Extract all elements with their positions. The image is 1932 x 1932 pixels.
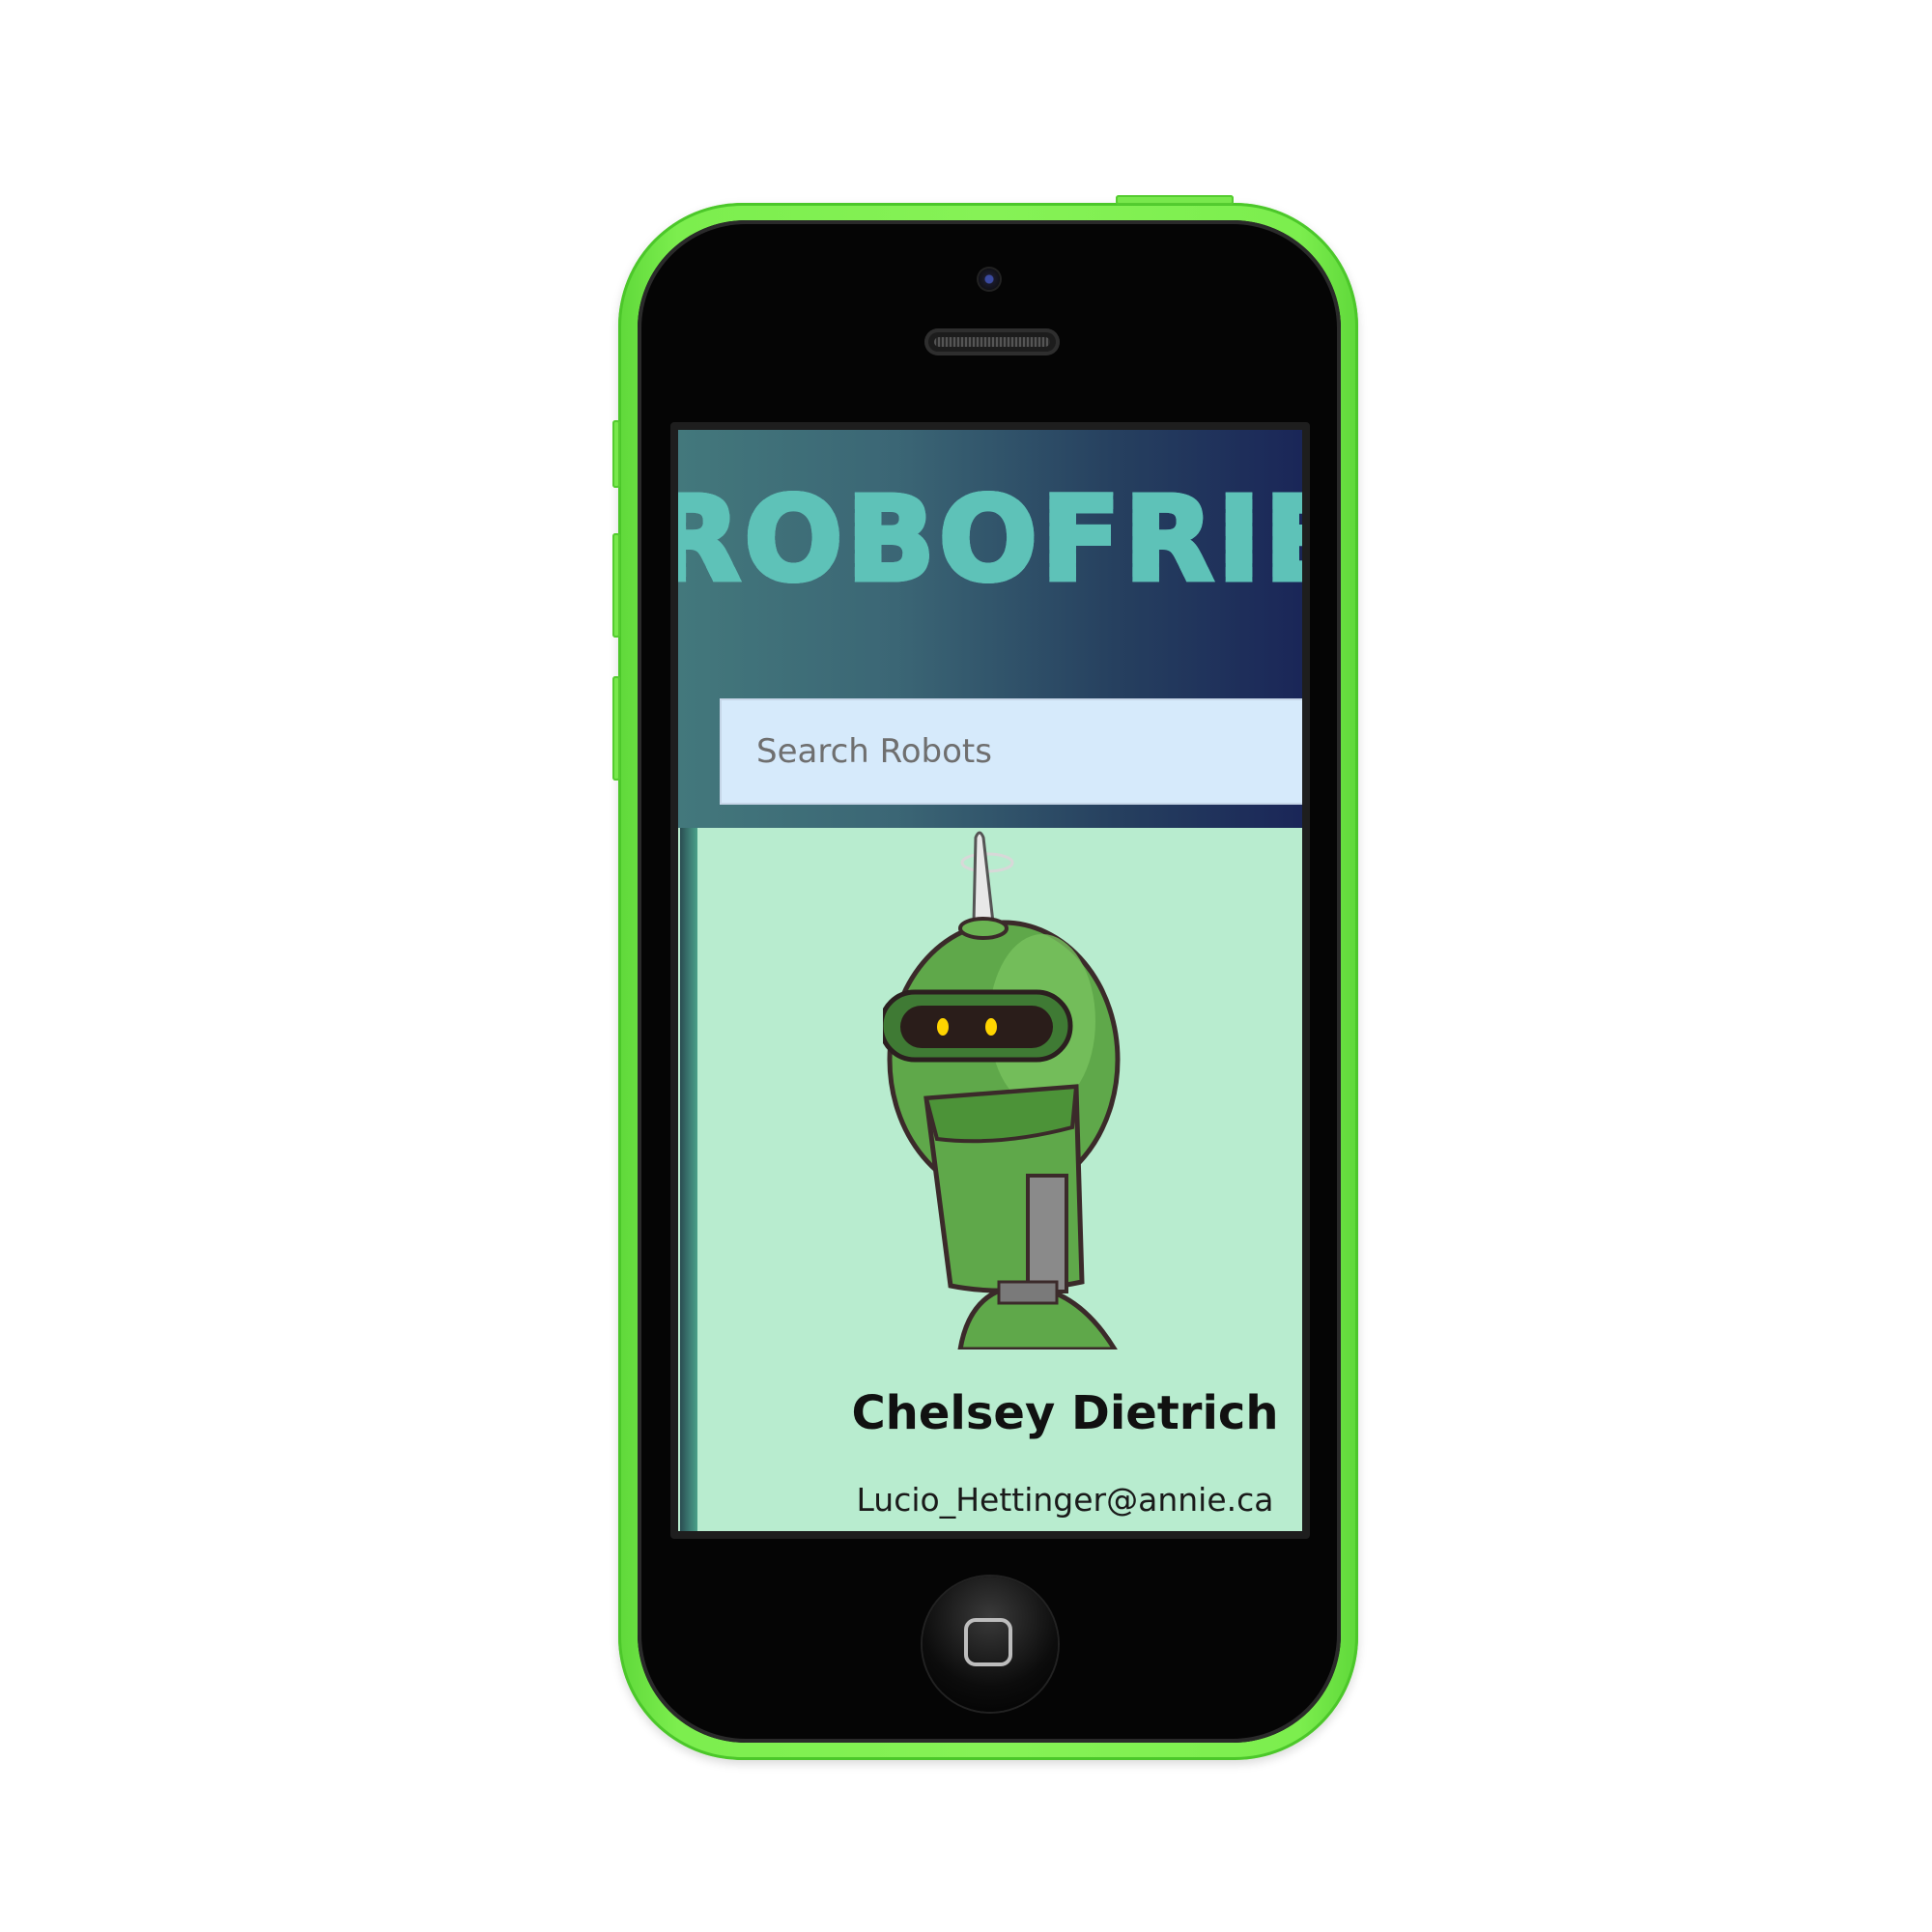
front-camera-icon <box>979 269 1000 290</box>
robot-name: Chelsey Dietrich <box>851 1386 1279 1440</box>
power-button <box>1116 195 1234 205</box>
app-title: ROBOFRIENDS <box>678 475 1302 606</box>
robot-email: Lucio_Hettinger@annie.ca <box>856 1481 1274 1519</box>
earpiece-speaker <box>924 328 1060 355</box>
volume-down-button <box>612 676 620 781</box>
home-button[interactable] <box>923 1577 1058 1712</box>
mute-switch <box>612 420 620 488</box>
search-input[interactable] <box>720 698 1302 805</box>
robot-avatar-icon <box>883 831 1121 1350</box>
app-screen: ROBOFRIENDS Chelsey Dietrich Lucio_Het <box>678 430 1302 1531</box>
volume-up-button <box>612 533 620 638</box>
home-square-icon <box>964 1618 1012 1666</box>
